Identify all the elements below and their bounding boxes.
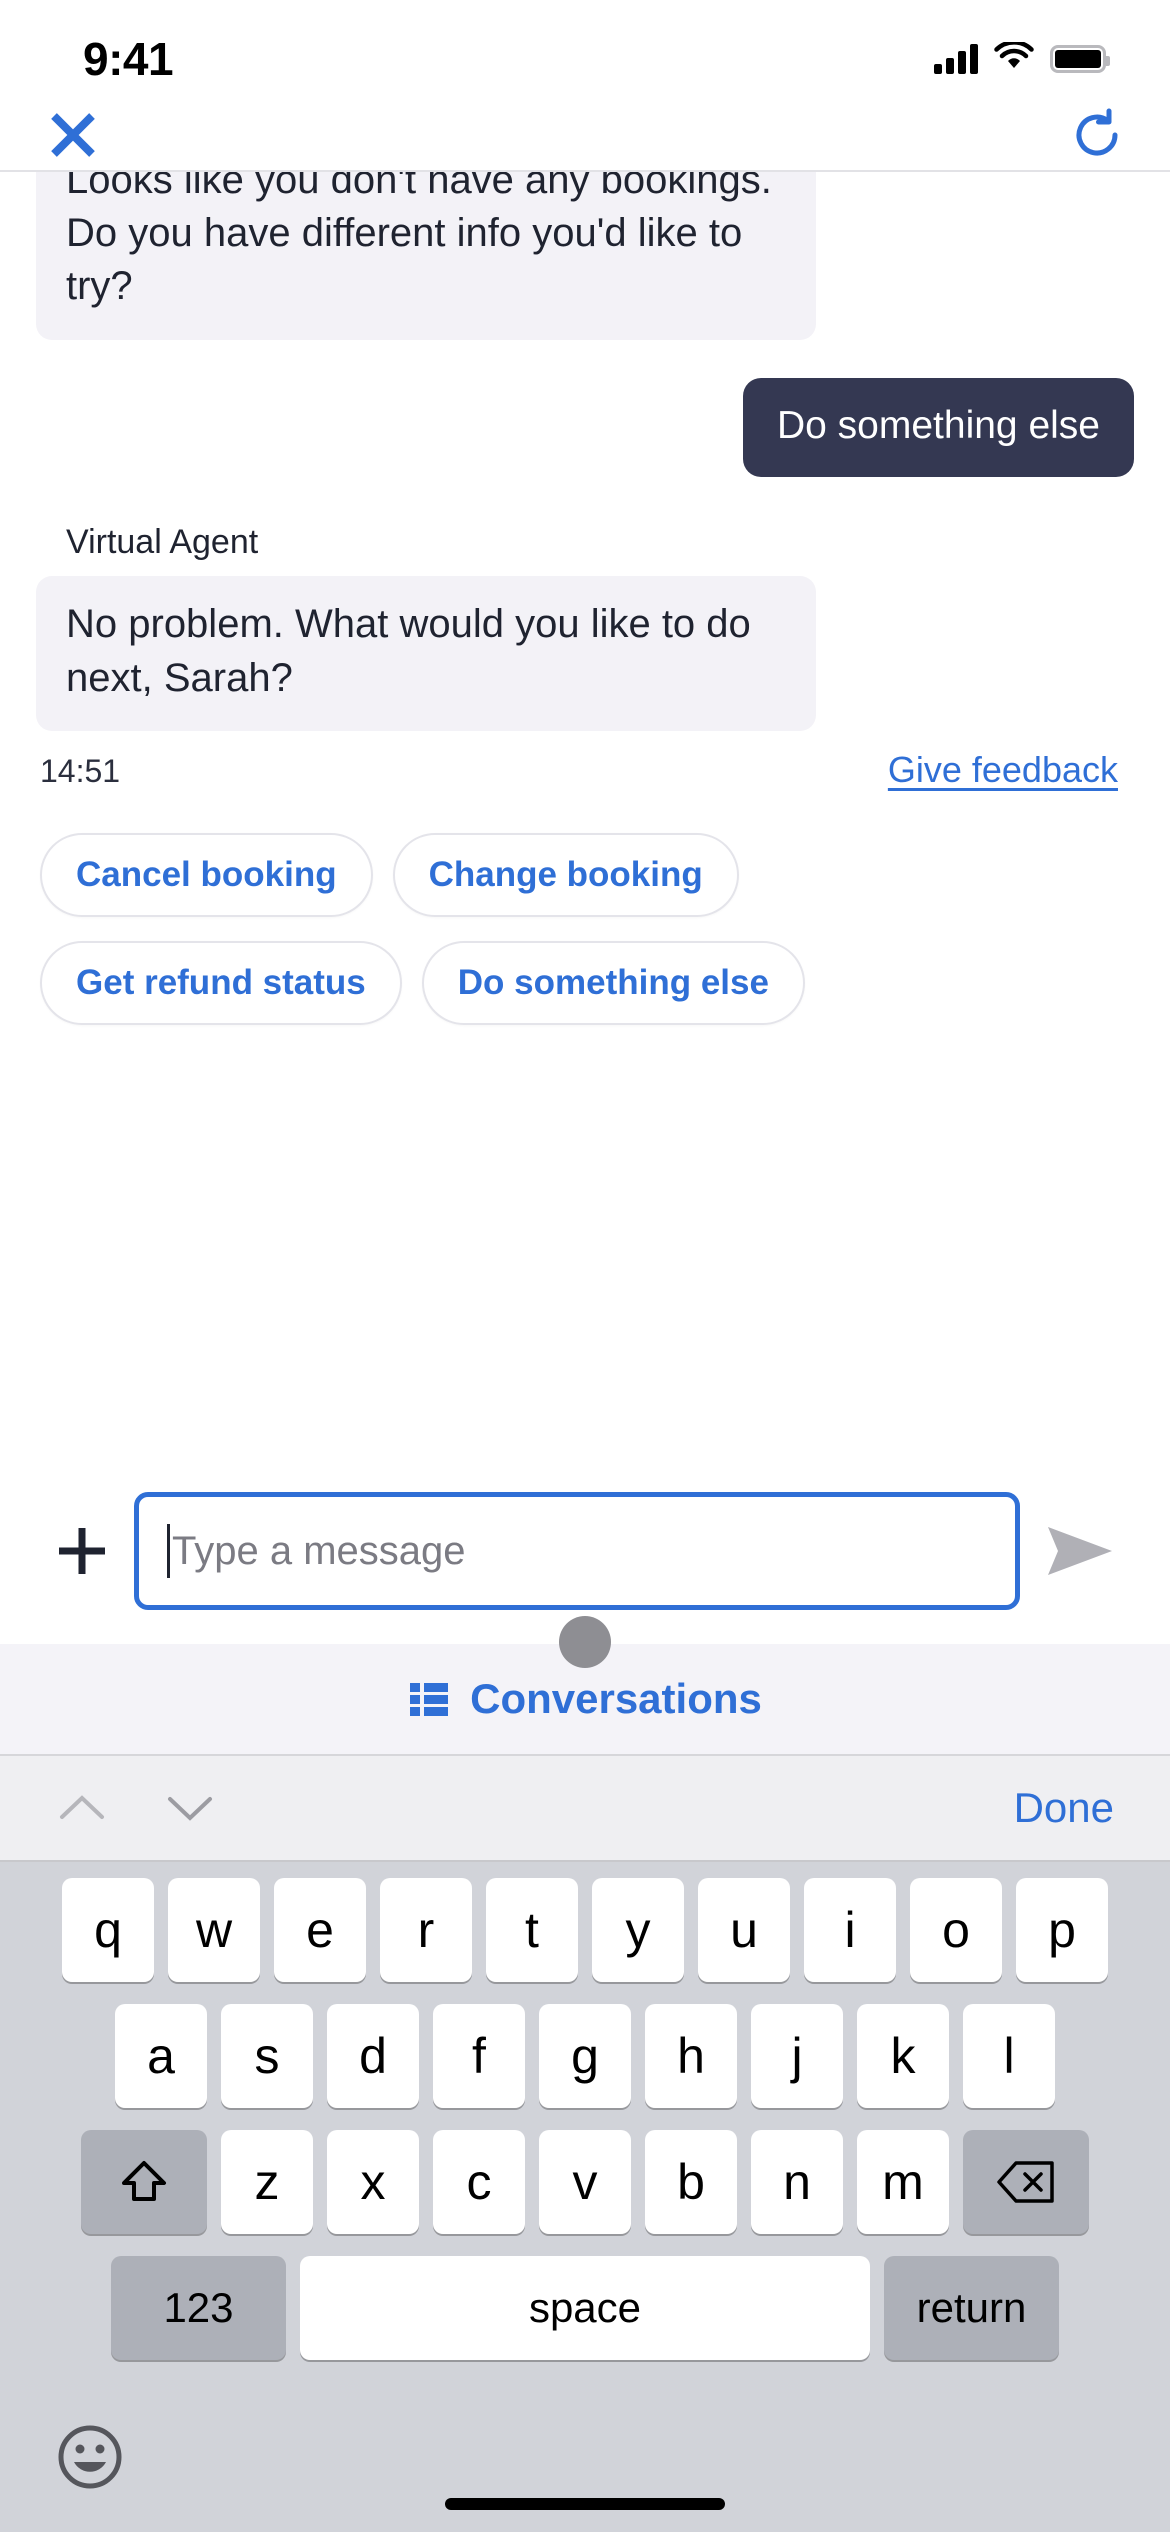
key-z[interactable]: z bbox=[221, 2130, 313, 2234]
key-e[interactable]: e bbox=[274, 1878, 366, 1982]
key-l[interactable]: l bbox=[963, 2004, 1055, 2108]
message-row: Do something else bbox=[36, 377, 1134, 478]
emoji-key[interactable] bbox=[46, 2413, 134, 2501]
conversations-label: Conversations bbox=[470, 1675, 762, 1722]
status-time: 9:41 bbox=[83, 33, 174, 85]
quick-reply-chip[interactable]: Get refund status bbox=[40, 940, 402, 1025]
plus-icon bbox=[59, 1528, 105, 1574]
home-indicator bbox=[445, 2498, 725, 2510]
agent-message-bubble: No problem. What would you like to do ne… bbox=[36, 576, 816, 731]
quick-reply-chip[interactable]: Cancel booking bbox=[40, 832, 373, 917]
refresh-icon bbox=[1076, 108, 1118, 156]
keyboard-row-3: z x c v b n m bbox=[0, 2130, 1170, 2234]
chevron-down-icon bbox=[168, 1797, 212, 1821]
message-meta-row: 14:51 Give feedback bbox=[36, 749, 1134, 791]
backspace-icon bbox=[997, 2161, 1054, 2203]
message-row: Looks like you don't have any bookings. … bbox=[36, 172, 1134, 340]
text-caret bbox=[167, 1524, 170, 1578]
shift-key[interactable] bbox=[81, 2130, 207, 2234]
quick-reply-chips: Cancel booking Change booking Get refund… bbox=[36, 832, 856, 1025]
chevron-up-icon bbox=[60, 1795, 104, 1819]
message-row: No problem. What would you like to do ne… bbox=[36, 576, 1134, 731]
message-input[interactable]: Type a message bbox=[134, 1492, 1020, 1610]
keyboard-accessory-bar: Done bbox=[0, 1756, 1170, 1862]
close-icon bbox=[51, 113, 95, 157]
user-message-bubble: Do something else bbox=[742, 377, 1134, 478]
on-screen-keyboard: q w e r t y u i o p a s d f g h j k l z … bbox=[0, 1862, 1170, 2532]
key-g[interactable]: g bbox=[539, 2004, 631, 2108]
keyboard-row-4: 123 space return bbox=[0, 2256, 1170, 2360]
list-icon bbox=[410, 1683, 449, 1716]
agent-message-bubble: Looks like you don't have any bookings. … bbox=[36, 172, 816, 340]
key-s[interactable]: s bbox=[221, 2004, 313, 2108]
status-bar: 9:41 bbox=[0, 0, 1170, 100]
quick-reply-chip[interactable]: Change booking bbox=[392, 832, 739, 917]
key-y[interactable]: y bbox=[592, 1878, 684, 1982]
give-feedback-link[interactable]: Give feedback bbox=[888, 749, 1118, 791]
keyboard-row-1: q w e r t y u i o p bbox=[0, 1878, 1170, 1982]
battery-icon bbox=[1050, 45, 1110, 73]
key-b[interactable]: b bbox=[645, 2130, 737, 2234]
next-field-button[interactable] bbox=[154, 1772, 226, 1844]
key-k[interactable]: k bbox=[857, 2004, 949, 2108]
keyboard-row-2: a s d f g h j k l bbox=[0, 2004, 1170, 2108]
drag-handle[interactable] bbox=[559, 1616, 611, 1668]
emoji-icon bbox=[58, 2425, 122, 2489]
agent-message-group: Virtual Agent No problem. What would you… bbox=[36, 523, 1134, 790]
key-j[interactable]: j bbox=[751, 2004, 843, 2108]
key-n[interactable]: n bbox=[751, 2130, 843, 2234]
key-x[interactable]: x bbox=[327, 2130, 419, 2234]
key-u[interactable]: u bbox=[698, 1878, 790, 1982]
previous-field-button[interactable] bbox=[46, 1772, 118, 1844]
key-r[interactable]: r bbox=[380, 1878, 472, 1982]
refresh-button[interactable] bbox=[1066, 104, 1128, 166]
key-v[interactable]: v bbox=[539, 2130, 631, 2234]
send-button[interactable] bbox=[1026, 1505, 1134, 1597]
key-i[interactable]: i bbox=[804, 1878, 896, 1982]
key-h[interactable]: h bbox=[645, 2004, 737, 2108]
key-d[interactable]: d bbox=[327, 2004, 419, 2108]
message-timestamp: 14:51 bbox=[40, 752, 121, 789]
quick-reply-chip[interactable]: Do something else bbox=[421, 940, 805, 1025]
key-t[interactable]: t bbox=[486, 1878, 578, 1982]
space-key[interactable]: space bbox=[300, 2256, 870, 2360]
key-a[interactable]: a bbox=[115, 2004, 207, 2108]
return-key[interactable]: return bbox=[884, 2256, 1059, 2360]
conversations-section: Conversations bbox=[0, 1616, 1170, 1756]
key-m[interactable]: m bbox=[857, 2130, 949, 2234]
close-button[interactable] bbox=[42, 104, 104, 166]
message-sender-label: Virtual Agent bbox=[66, 523, 259, 562]
wifi-icon bbox=[994, 39, 1034, 77]
cellular-signal-icon bbox=[934, 44, 978, 74]
key-p[interactable]: p bbox=[1016, 1878, 1108, 1982]
backspace-key[interactable] bbox=[963, 2130, 1089, 2234]
key-w[interactable]: w bbox=[168, 1878, 260, 1982]
field-navigation-group bbox=[46, 1772, 226, 1844]
key-c[interactable]: c bbox=[433, 2130, 525, 2234]
message-input-placeholder: Type a message bbox=[172, 1528, 466, 1573]
status-icons bbox=[934, 39, 1112, 77]
key-f[interactable]: f bbox=[433, 2004, 525, 2108]
add-attachment-button[interactable] bbox=[36, 1505, 128, 1597]
chat-transcript[interactable]: Looks like you don't have any bookings. … bbox=[0, 172, 1170, 1466]
key-o[interactable]: o bbox=[910, 1878, 1002, 1982]
phone-screen: 9:41 Looks like you don't have any booki… bbox=[0, 0, 1170, 2532]
send-icon bbox=[1048, 1527, 1112, 1575]
chat-navbar bbox=[0, 100, 1170, 172]
numbers-key[interactable]: 123 bbox=[111, 2256, 286, 2360]
shift-icon bbox=[122, 2161, 166, 2201]
keyboard-done-button[interactable]: Done bbox=[1014, 1784, 1124, 1832]
key-q[interactable]: q bbox=[62, 1878, 154, 1982]
